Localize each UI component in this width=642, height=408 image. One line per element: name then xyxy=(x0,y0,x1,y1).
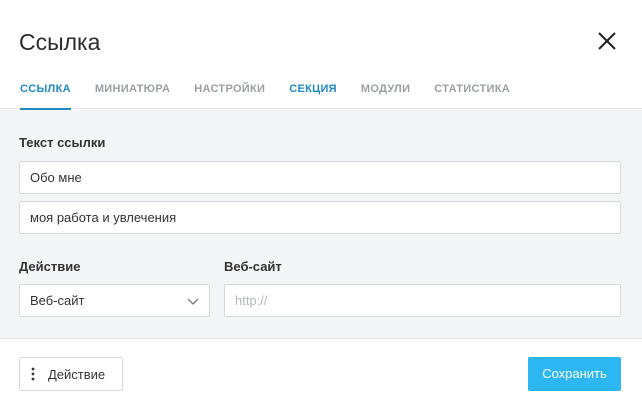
link-text-label: Текст ссылки xyxy=(19,135,106,150)
action-menu-button[interactable]: Действие xyxy=(19,357,123,391)
website-url-input[interactable] xyxy=(224,284,621,317)
tab-link[interactable]: ССЫЛКА xyxy=(20,83,71,110)
action-label: Действие xyxy=(19,259,81,274)
link-subtext-input[interactable] xyxy=(19,201,621,234)
dialog-body: Текст ссылки Действие Веб-сайт Веб-сайт xyxy=(0,110,642,339)
action-select-value: Веб-сайт xyxy=(30,293,85,308)
chevron-down-icon xyxy=(187,298,199,305)
link-dialog: Ссылка ССЫЛКА МИНИАТЮРА НАСТРОЙКИ СЕКЦИЯ… xyxy=(0,0,642,408)
tab-bar: ССЫЛКА МИНИАТЮРА НАСТРОЙКИ СЕКЦИЯ МОДУЛИ… xyxy=(20,83,534,110)
link-text-input[interactable] xyxy=(19,161,621,194)
vertical-dots-icon xyxy=(31,367,35,381)
website-label: Веб-сайт xyxy=(224,259,282,274)
tab-modules[interactable]: МОДУЛИ xyxy=(361,83,410,109)
close-icon xyxy=(598,32,616,50)
dialog-header: Ссылка ССЫЛКА МИНИАТЮРА НАСТРОЙКИ СЕКЦИЯ… xyxy=(0,0,642,110)
dialog-footer: Действие Сохранить xyxy=(0,340,642,408)
action-menu-button-label: Действие xyxy=(48,366,106,382)
dialog-title: Ссылка xyxy=(19,29,101,55)
tab-settings[interactable]: НАСТРОЙКИ xyxy=(194,83,265,109)
tab-section[interactable]: СЕКЦИЯ xyxy=(289,83,337,109)
tab-statistics[interactable]: СТАТИСТИКА xyxy=(434,83,510,109)
tab-thumbnail[interactable]: МИНИАТЮРА xyxy=(95,83,170,109)
save-button[interactable]: Сохранить xyxy=(528,357,621,391)
action-select[interactable]: Веб-сайт xyxy=(19,284,210,317)
close-button[interactable] xyxy=(595,29,619,53)
